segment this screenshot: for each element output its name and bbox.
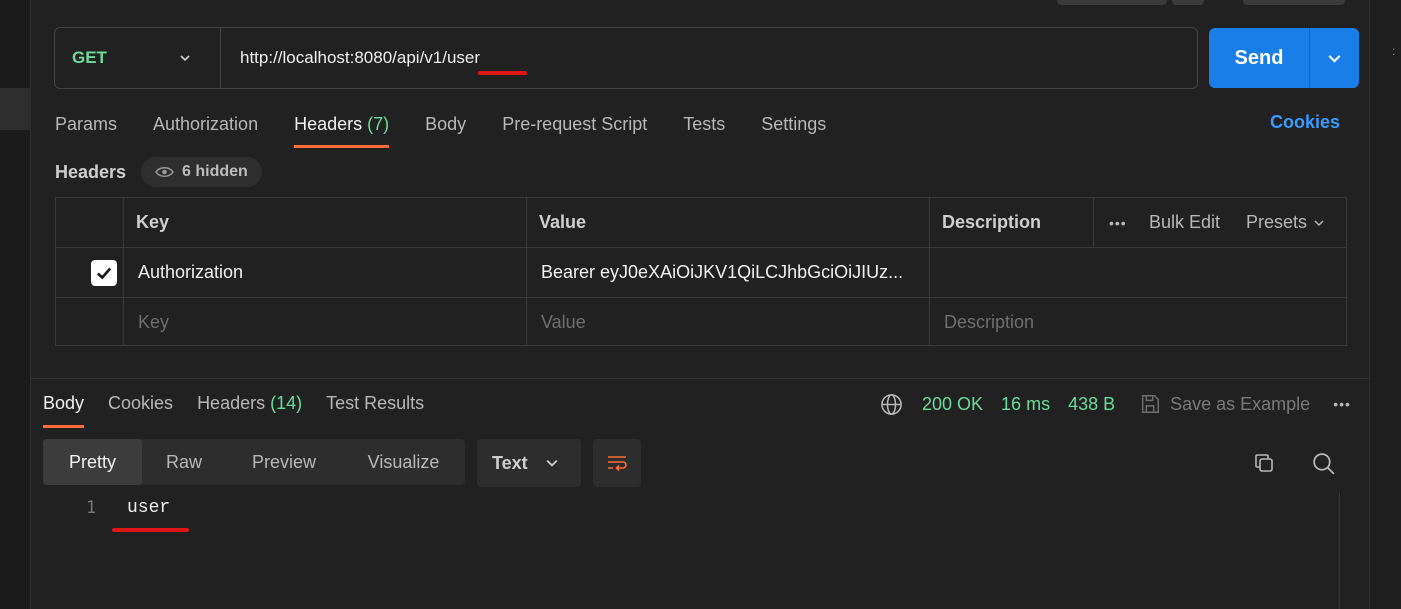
header-description-cell[interactable] <box>944 248 1324 297</box>
sidebar-selected-item[interactable] <box>0 88 31 130</box>
tab-label: Cookies <box>108 393 174 413</box>
left-sidebar-strip <box>0 0 31 609</box>
tab-test-results[interactable]: Test Results <box>326 392 424 428</box>
url-annotation-underline <box>478 71 527 75</box>
body-annotation-underline <box>112 528 189 532</box>
bulk-edit-button[interactable]: Bulk Edit <box>1149 198 1220 247</box>
tab-label: Tests <box>683 114 726 134</box>
tab-count-badge: (14) <box>270 393 303 413</box>
response-time[interactable]: 16 ms <box>1001 394 1050 415</box>
eye-icon <box>155 166 174 178</box>
search-button[interactable] <box>1309 449 1337 477</box>
chevron-down-icon <box>1314 219 1324 226</box>
table-row-empty: Key Value Description <box>56 298 1346 346</box>
send-options-button[interactable] <box>1310 52 1359 65</box>
body-type-select[interactable]: Text <box>477 439 581 487</box>
wrap-lines-button[interactable] <box>593 439 641 487</box>
method-select[interactable]: GET <box>55 28 221 88</box>
key-placeholder-input[interactable]: Key <box>138 298 169 346</box>
header-enabled-checkbox[interactable] <box>91 248 117 297</box>
tab-label: Settings <box>761 114 827 134</box>
request-tabs: Params Authorization Headers (7) Body Pr… <box>55 112 862 150</box>
tab-label: Headers <box>294 114 363 134</box>
hidden-headers-toggle[interactable]: 6 hidden <box>141 157 262 187</box>
search-icon <box>1312 452 1335 475</box>
tab-params[interactable]: Params <box>55 112 117 148</box>
url-input[interactable]: http://localhost:8080/api/v1/user <box>221 48 480 68</box>
context-bar-icon[interactable]: : <box>1392 44 1395 58</box>
top-toolbar-button[interactable] <box>1057 0 1167 5</box>
send-label: Send <box>1234 46 1284 69</box>
checkbox[interactable] <box>91 259 117 286</box>
view-mode-preview[interactable]: Preview <box>226 439 342 485</box>
top-toolbar-button[interactable] <box>1172 0 1204 5</box>
body-type-label: Text <box>492 452 528 473</box>
tab-response-headers[interactable]: Headers (14) <box>197 392 302 428</box>
view-mode-raw[interactable]: Raw <box>142 439 226 485</box>
tab-tests[interactable]: Tests <box>683 112 725 148</box>
column-header-key: Key <box>136 212 170 232</box>
tab-authorization[interactable]: Authorization <box>153 112 258 148</box>
column-header-value: Value <box>539 212 587 232</box>
response-status-bar: 200 OK 16 ms 438 B Save as Example ••• <box>880 392 1351 416</box>
tab-label: Test Results <box>326 393 425 413</box>
copy-button[interactable] <box>1250 449 1278 477</box>
view-mode-visualize[interactable]: Visualize <box>342 439 465 485</box>
globe-icon[interactable] <box>880 393 903 416</box>
tab-response-body[interactable]: Body <box>43 392 85 428</box>
cookies-link[interactable]: Cookies <box>1270 112 1340 133</box>
tab-count-badge: (7) <box>367 114 390 134</box>
tab-response-cookies[interactable]: Cookies <box>108 392 173 428</box>
method-label: GET <box>72 48 107 67</box>
copy-icon <box>1255 454 1273 472</box>
presets-dropdown[interactable]: Presets <box>1246 198 1324 247</box>
response-body-text[interactable]: user <box>127 498 170 518</box>
tab-label: Body <box>425 114 467 134</box>
tab-label: Headers <box>197 393 266 413</box>
save-as-example-label: Save as Example <box>1170 393 1311 414</box>
wrap-lines-icon <box>608 456 627 472</box>
tab-label: Pre-request Script <box>502 114 648 134</box>
header-key-cell[interactable]: Authorization <box>138 248 243 297</box>
chevron-down-icon <box>1328 54 1341 63</box>
description-placeholder-input[interactable]: Description <box>944 298 1034 346</box>
value-placeholder-input[interactable]: Value <box>541 298 586 346</box>
vertical-scrollbar[interactable] <box>1339 493 1359 609</box>
response-size[interactable]: 438 B <box>1068 394 1115 415</box>
view-mode-pretty[interactable]: Pretty <box>43 439 142 485</box>
header-value-cell[interactable]: Bearer eyJ0eXAiOiJKV1QiLCJhbGciOiJIUz... <box>541 248 903 297</box>
chevron-down-icon <box>546 459 558 467</box>
headers-section-title: Headers <box>55 162 127 182</box>
response-more-button[interactable]: ••• <box>1333 396 1351 412</box>
view-mode-tabs: Pretty Raw Preview Visualize <box>43 439 465 485</box>
more-options-button[interactable]: ••• <box>1109 198 1127 247</box>
tab-label: Body <box>43 393 85 413</box>
headers-table: Key Value Description ••• Bulk Edit Pres… <box>55 197 1347 346</box>
table-row: Authorization Bearer eyJ0eXAiOiJKV1QiLCJ… <box>56 248 1346 298</box>
tab-label: Authorization <box>153 114 259 134</box>
check-icon <box>96 267 112 279</box>
column-header-description: Description <box>942 212 1042 232</box>
tab-body[interactable]: Body <box>425 112 466 148</box>
response-body-editor[interactable] <box>31 495 1339 609</box>
line-number: 1 <box>86 498 97 518</box>
top-toolbar-button[interactable] <box>1243 0 1345 5</box>
response-tabs: Body Cookies Headers (14) Test Results <box>43 392 448 428</box>
tab-pre-request-script[interactable]: Pre-request Script <box>502 112 647 148</box>
save-as-example-button[interactable]: Save as Example <box>1139 393 1310 415</box>
chevron-down-icon <box>180 55 190 62</box>
hidden-headers-label: 6 hidden <box>182 163 248 180</box>
send-button[interactable]: Send <box>1209 28 1359 88</box>
tab-headers[interactable]: Headers (7) <box>294 112 390 148</box>
table-header-row: Key Value Description ••• Bulk Edit Pres… <box>56 198 1346 248</box>
tab-settings[interactable]: Settings <box>761 112 826 148</box>
request-url-bar: GET http://localhost:8080/api/v1/user <box>54 27 1198 89</box>
tab-label: Params <box>55 114 118 134</box>
pane-divider[interactable] <box>31 378 1369 379</box>
column-divider <box>1093 198 1094 248</box>
right-sidebar-strip: : <box>1369 0 1401 609</box>
save-icon <box>1142 395 1160 413</box>
status-code[interactable]: 200 OK <box>922 394 983 415</box>
presets-label: Presets <box>1246 212 1308 232</box>
